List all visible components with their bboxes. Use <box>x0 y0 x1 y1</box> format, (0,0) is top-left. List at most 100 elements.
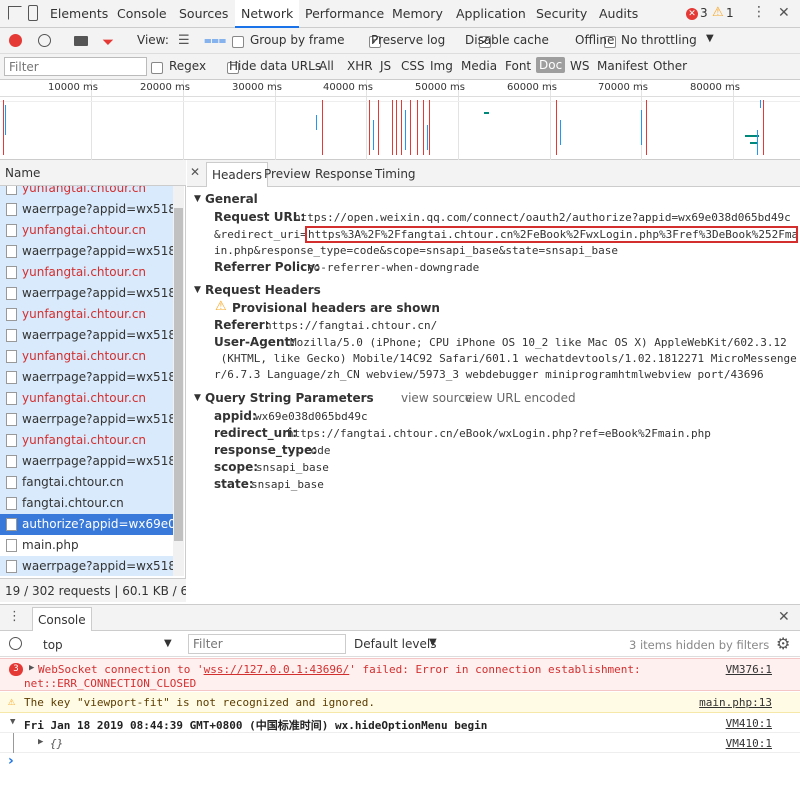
request-name: yunfangtai.chtour.cn <box>22 186 147 195</box>
network-toolbar: ⏷ View: ☰ ⩶ Group by frame Preserve log … <box>0 28 800 54</box>
request-row[interactable]: fangtai.chtour.cn <box>0 493 174 514</box>
tab-memory[interactable]: Memory <box>392 0 443 28</box>
name-column-header[interactable]: Name <box>0 160 186 186</box>
request-row[interactable]: waerrpage?appid=wx51822 <box>0 283 174 304</box>
request-row[interactable]: yunfangtai.chtour.cn <box>0 430 174 451</box>
context-select[interactable]: top <box>43 638 63 652</box>
warning-icon[interactable]: ⚠ <box>712 5 724 20</box>
request-row[interactable]: yunfangtai.chtour.cn <box>0 220 174 241</box>
timeline-overview[interactable]: 10000 ms 20000 ms 30000 ms 40000 ms 5000… <box>0 80 800 160</box>
filter-input[interactable] <box>4 57 147 76</box>
timeline-tick: 30000 ms <box>232 82 282 93</box>
tab-timing[interactable]: Timing <box>375 167 416 181</box>
console-filter-input[interactable] <box>188 634 346 654</box>
request-row[interactable]: waerrpage?appid=wx51822 <box>0 241 174 262</box>
throttling-select[interactable]: No throttling <box>621 33 697 47</box>
source-link[interactable]: main.php:13 <box>699 696 772 709</box>
query-string-toggle-icon[interactable]: ▼ <box>194 393 201 403</box>
tab-response[interactable]: Response <box>315 167 373 181</box>
request-row[interactable]: fangtai.chtour.cn <box>0 472 174 493</box>
tab-elements[interactable]: Elements <box>50 0 108 28</box>
request-headers-section-title[interactable]: Request Headers <box>205 283 321 297</box>
tab-application[interactable]: Application <box>456 0 526 28</box>
close-details-icon[interactable]: ✕ <box>190 165 200 179</box>
inspect-icon[interactable] <box>8 6 22 20</box>
general-toggle-icon[interactable]: ▼ <box>194 194 201 204</box>
drawer-menu-icon[interactable]: ⋮ <box>8 609 21 624</box>
warning-count: 1 <box>726 6 734 20</box>
log-levels-select[interactable]: Default levels <box>354 637 436 651</box>
type-doc[interactable]: Doc <box>536 57 566 73</box>
document-icon <box>6 392 17 405</box>
general-section-title[interactable]: General <box>205 192 258 206</box>
filter-icon[interactable]: ⏷ <box>102 33 114 51</box>
type-other[interactable]: Other <box>653 59 687 73</box>
regex-checkbox[interactable] <box>151 61 163 74</box>
request-row[interactable]: yunfangtai.chtour.cn <box>0 304 174 325</box>
record-icon[interactable] <box>9 34 22 47</box>
expand-icon[interactable]: ▶ <box>29 663 34 673</box>
clear-icon[interactable] <box>38 34 51 47</box>
request-headers-toggle-icon[interactable]: ▼ <box>194 285 201 295</box>
console-drawer-tab[interactable]: Console <box>32 607 92 631</box>
type-manifest[interactable]: Manifest <box>597 59 648 73</box>
request-row[interactable]: waerrpage?appid=wx51822 <box>0 409 174 430</box>
query-string-section-title[interactable]: Query String Parameters <box>205 391 374 405</box>
type-font[interactable]: Font <box>505 59 531 73</box>
view-url-encoded-link[interactable]: view URL encoded <box>465 391 576 405</box>
tab-performance[interactable]: Performance <box>305 0 384 28</box>
tab-security[interactable]: Security <box>536 0 587 28</box>
capture-screenshots-icon[interactable] <box>74 36 88 46</box>
type-xhr[interactable]: XHR <box>347 59 373 73</box>
close-drawer-icon[interactable]: ✕ <box>778 609 790 625</box>
request-row[interactable]: waerrpage?appid=wx51822 <box>0 199 174 220</box>
chevron-down-icon[interactable]: ▼ <box>164 638 172 649</box>
source-link[interactable]: VM376:1 <box>726 663 772 676</box>
gear-icon[interactable]: ⚙ <box>776 634 790 653</box>
view-source-link[interactable]: view source <box>401 391 472 405</box>
request-row[interactable]: yunfangtai.chtour.cn <box>0 186 174 199</box>
chevron-down-icon[interactable]: ▼ <box>706 33 714 44</box>
type-js[interactable]: JS <box>380 59 391 73</box>
error-icon[interactable]: ✕ <box>686 8 698 20</box>
type-css[interactable]: CSS <box>401 59 425 73</box>
tab-console[interactable]: Console <box>117 0 167 28</box>
scrollbar[interactable] <box>173 186 184 576</box>
chevron-down-icon[interactable]: ▼ <box>429 637 437 648</box>
request-row[interactable]: waerrpage?appid=wx51822 <box>0 325 174 346</box>
overview-icon[interactable]: ⩶ <box>204 33 226 48</box>
source-link[interactable]: VM410:1 <box>726 737 772 750</box>
request-row[interactable]: yunfangtai.chtour.cn <box>0 346 174 367</box>
close-icon[interactable]: ✕ <box>778 5 790 21</box>
referrer-policy-label: Referrer Policy: <box>214 260 320 274</box>
request-row[interactable]: waerrpage?appid=wx51822 <box>0 556 174 576</box>
group-by-frame-checkbox[interactable] <box>232 35 244 48</box>
more-menu-icon[interactable]: ⋮ <box>752 4 766 20</box>
request-row[interactable]: yunfangtai.chtour.cn <box>0 388 174 409</box>
request-name: fangtai.chtour.cn <box>22 475 124 489</box>
request-row[interactable]: yunfangtai.chtour.cn <box>0 262 174 283</box>
request-row[interactable]: waerrpage?appid=wx51822 <box>0 451 174 472</box>
clear-console-icon[interactable] <box>9 637 22 650</box>
document-icon <box>6 224 17 237</box>
type-img[interactable]: Img <box>430 59 453 73</box>
request-row[interactable]: authorize?appid=wx69e038 <box>0 514 174 535</box>
tab-network[interactable]: Network <box>235 0 300 28</box>
console-prompt[interactable]: › <box>8 753 14 769</box>
expand-icon[interactable]: ▶ <box>38 737 43 747</box>
object-preview[interactable]: {} <box>50 737 63 750</box>
tab-audits[interactable]: Audits <box>599 0 638 28</box>
tab-headers[interactable]: Headers <box>206 162 268 187</box>
tab-sources[interactable]: Sources <box>179 0 228 28</box>
type-all[interactable]: All <box>319 59 334 73</box>
tab-preview[interactable]: Preview <box>264 167 311 181</box>
type-media[interactable]: Media <box>461 59 497 73</box>
large-rows-icon[interactable]: ☰ <box>178 33 190 48</box>
device-toggle-icon[interactable] <box>28 5 38 21</box>
collapse-icon[interactable]: ▼ <box>10 717 15 727</box>
request-row[interactable]: main.php <box>0 535 174 556</box>
source-link[interactable]: VM410:1 <box>726 717 772 730</box>
type-ws[interactable]: WS <box>570 59 589 73</box>
request-row[interactable]: waerrpage?appid=wx51822 <box>0 367 174 388</box>
websocket-url[interactable]: wss://127.0.0.1:43696/ <box>204 663 350 676</box>
